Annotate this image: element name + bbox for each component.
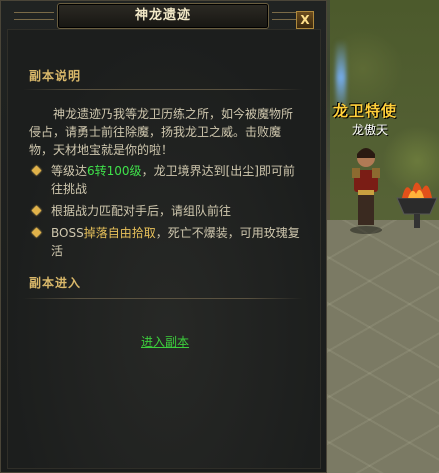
rule-highlight: 6转100级: [87, 164, 142, 178]
dungeon-description: 神龙遗迹乃我等龙卫历练之所，如今被魔物所侵占，请勇士前往除魔，扬我龙卫之威。击败…: [29, 107, 294, 157]
dungeon-dialog: 神龙遗迹 X 副本说明 神龙遗迹乃我等龙卫历练之所，如今被魔物所侵占，请勇士前往…: [0, 0, 327, 473]
enter-dungeon-link[interactable]: 进入副本: [141, 333, 189, 350]
diamond-bullet-icon: [31, 165, 42, 176]
rule-text-pre: BOSS: [51, 226, 84, 240]
rule-text-pre: 等级达: [51, 164, 88, 178]
section-title-description: 副本说明: [29, 69, 82, 83]
close-button[interactable]: X: [296, 11, 314, 29]
rules-list: 等级达6转100级，龙卫境界达到[出尘]即可前往挑战 根据战力匹配对手后，请组队…: [29, 162, 301, 264]
npc-name[interactable]: 龙傲天: [352, 121, 388, 138]
dialog-titlebar[interactable]: 神龙遗迹: [14, 3, 312, 29]
brazier-fire: [396, 182, 438, 228]
npc-character[interactable]: [346, 140, 386, 235]
section-title-enter: 副本进入: [29, 276, 82, 290]
rule-text-pre: 根据战力匹配对手后，请组队前往: [51, 204, 232, 218]
divider: [23, 298, 303, 299]
diamond-bullet-icon: [31, 227, 42, 238]
list-item: 根据战力匹配对手后，请组队前往: [29, 202, 301, 220]
divider: [23, 89, 303, 90]
list-item: BOSS掉落自由拾取，死亡不爆装，可用玫瑰复活: [29, 224, 301, 260]
dialog-title: 神龙遗迹: [134, 8, 191, 23]
diamond-bullet-icon: [31, 205, 42, 216]
npc-title[interactable]: 龙卫特使: [333, 100, 397, 121]
list-item: 等级达6转100级，龙卫境界达到[出尘]即可前往挑战: [29, 162, 301, 198]
rule-highlight: 掉落自由拾取: [83, 226, 156, 240]
